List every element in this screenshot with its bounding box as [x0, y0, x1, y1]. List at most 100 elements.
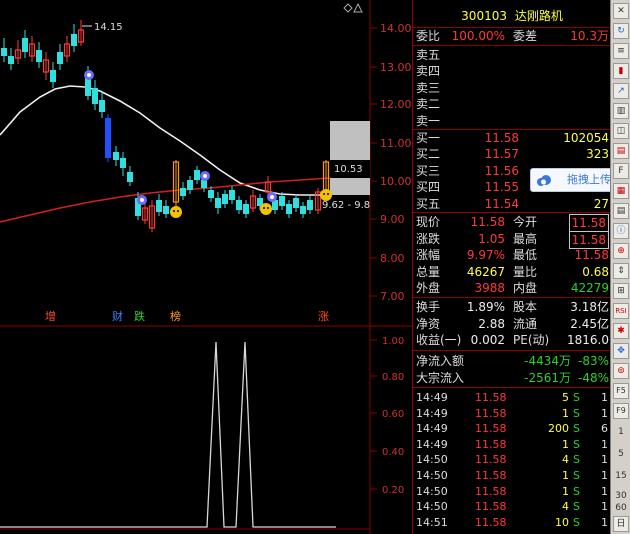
- level-label: 买一: [416, 131, 441, 145]
- chart-icon[interactable]: ◫: [613, 123, 629, 139]
- candle-body: [156, 200, 162, 212]
- event-label-die[interactable]: 跌: [134, 309, 145, 323]
- level-label: 卖四: [416, 64, 441, 79]
- tick-volume: 4: [562, 453, 569, 467]
- side-toolbar: ✕ ↻ ≡ ▮ ↗ ▥ ◫ ▤ F ▦ ▤ ⓘ ⊕ ⇕ ⊞ RSI ✱ ✥ ⊚ …: [610, 0, 630, 534]
- list-icon[interactable]: ≡: [613, 43, 629, 59]
- quote-row: 外盘 3988 内盘 42279: [413, 280, 611, 296]
- high-label: 14.15: [94, 22, 123, 33]
- kline-chart[interactable]: 14.00 13.00 12.00 11.00 10.00 9.00 8.00 7.00 14…: [0, 0, 412, 534]
- candle-body: [36, 50, 42, 62]
- ma-white-line: [0, 85, 341, 196]
- f5-button[interactable]: F5: [613, 383, 629, 399]
- fundamentals-icon[interactable]: ▤: [613, 143, 629, 159]
- period-day-button[interactable]: 日: [613, 516, 629, 532]
- candle-body: [105, 118, 111, 158]
- arrows-icon[interactable]: ⇕: [613, 263, 629, 279]
- ask-row[interactable]: 卖一: [413, 113, 611, 129]
- bid-row[interactable]: 买一 11.58 102054: [413, 130, 611, 146]
- tick-time: 14:49: [416, 406, 448, 420]
- drag-upload-tooltip[interactable]: 拖拽上传: [530, 168, 618, 192]
- star-icon[interactable]: ✱: [613, 323, 629, 339]
- tick-time: 14:51: [416, 515, 448, 529]
- crosshair-price-top: 10.53: [334, 164, 363, 175]
- ask-row[interactable]: 卖五: [413, 47, 611, 63]
- price-axis-label: 11.00: [380, 137, 412, 150]
- event-label-cai[interactable]: 财: [112, 309, 123, 323]
- flow-row: 净流入额 -4434万 -83%: [413, 353, 611, 369]
- crown-face-icon[interactable]: [267, 192, 277, 202]
- smiley-icon[interactable]: [260, 203, 272, 215]
- refresh-icon[interactable]: ↻: [613, 23, 629, 39]
- tick-side: S: [573, 453, 580, 467]
- drag-upload-label: 拖拽上传: [567, 173, 611, 186]
- close-icon[interactable]: ✕: [613, 3, 629, 19]
- info-icon[interactable]: ⓘ: [613, 223, 629, 239]
- level-label: 买四: [416, 180, 441, 195]
- tick-row: 14:49 11.58 1 S 1: [413, 406, 611, 421]
- candle-body: [57, 52, 63, 64]
- tick-row: 14:51 11.58 10 S 1: [413, 515, 611, 530]
- diamond-icon[interactable]: [343, 3, 353, 13]
- tick-time: 14:49: [416, 422, 448, 436]
- tick-volume: 1: [562, 469, 569, 482]
- quote-value: 9.97%: [466, 248, 505, 262]
- flow-row: 大宗流入 -2561万 -48%: [413, 370, 611, 386]
- crown-face-icon[interactable]: [200, 171, 210, 181]
- rsi-button[interactable]: RSI: [613, 303, 629, 319]
- tick-price: 11.58: [475, 484, 507, 498]
- table-icon[interactable]: ▤: [613, 203, 629, 219]
- quote-label: 最高: [513, 231, 538, 246]
- ask-row[interactable]: 卖二: [413, 96, 611, 112]
- triangle-icon[interactable]: [353, 2, 363, 13]
- bid-row[interactable]: 买五 11.54 27: [413, 196, 611, 212]
- f9-button[interactable]: F9: [613, 403, 629, 419]
- tick-price: 11.58: [475, 422, 507, 436]
- tick-price: 11.58: [475, 500, 507, 514]
- period-1-button[interactable]: 1: [613, 425, 629, 441]
- quote-label: 量比: [513, 264, 538, 279]
- quote-label: 今开: [513, 215, 538, 229]
- flow-label: 净流入额: [416, 354, 465, 368]
- f10-icon[interactable]: F: [613, 163, 629, 179]
- event-label-bang[interactable]: 榜: [170, 309, 181, 323]
- event-label-zeng[interactable]: 增: [45, 309, 56, 323]
- smiley-icon[interactable]: [170, 206, 182, 218]
- zoom-icon[interactable]: ⊕: [613, 243, 629, 259]
- bid-row[interactable]: 买二 11.57 323: [413, 146, 611, 162]
- tick-time: 14:50: [416, 484, 448, 498]
- bar-chart-icon[interactable]: ▥: [613, 103, 629, 119]
- tick-count: 1: [601, 515, 608, 529]
- smiley-icon[interactable]: [320, 189, 332, 201]
- stock-header[interactable]: 300103 达刚路机: [413, 8, 611, 24]
- candle-body: [113, 152, 119, 160]
- price-axis-label: 8.00: [380, 252, 405, 265]
- stock-code: 300103: [461, 9, 507, 23]
- period-15-button[interactable]: 15: [613, 469, 629, 485]
- target-icon[interactable]: ⊚: [613, 363, 629, 379]
- period-60-button[interactable]: 60: [613, 501, 629, 517]
- tick-price: 11.58: [475, 453, 507, 467]
- move-icon[interactable]: ✥: [613, 343, 629, 359]
- tick-row: 14:49 11.58 1 S 1: [413, 437, 611, 452]
- tick-volume: 10: [555, 515, 569, 529]
- ask-row[interactable]: 卖三: [413, 80, 611, 96]
- kline-icon[interactable]: ▮: [613, 63, 629, 79]
- quote-value: 1.05: [478, 231, 505, 246]
- candle-body: [201, 180, 207, 188]
- layout-icon[interactable]: ⊞: [613, 283, 629, 299]
- trend-icon[interactable]: ↗: [613, 83, 629, 99]
- event-label-zhang[interactable]: 涨: [318, 310, 329, 323]
- level-price: 11.56: [484, 163, 519, 178]
- candle-body: [92, 88, 98, 104]
- grid-icon[interactable]: ▦: [613, 183, 629, 199]
- ask-row[interactable]: 卖四: [413, 63, 611, 79]
- crown-face-icon[interactable]: [137, 195, 147, 205]
- crown-face-icon[interactable]: [84, 70, 94, 80]
- quote-row: 现价 11.58 今开 11.58: [413, 214, 611, 232]
- tick-volume: 200: [548, 422, 569, 436]
- period-5-button[interactable]: 5: [613, 447, 629, 463]
- candle-body: [8, 56, 14, 64]
- tick-price: 11.58: [475, 391, 507, 404]
- level-label: 买三: [416, 163, 441, 178]
